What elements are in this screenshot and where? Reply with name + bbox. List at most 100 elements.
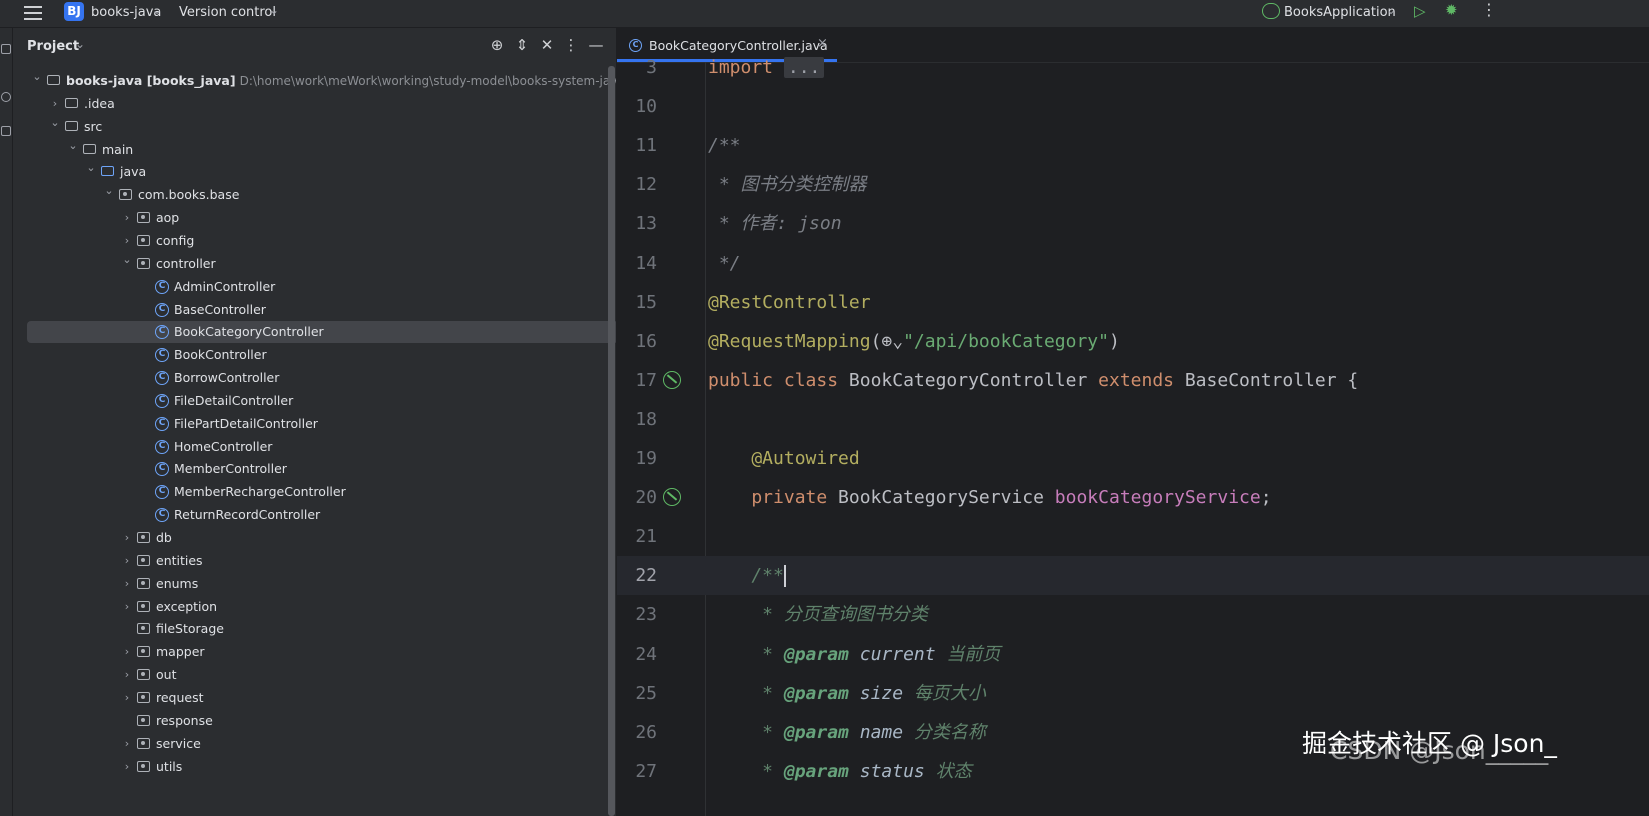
code-line[interactable]: 3 import ... <box>617 48 1649 87</box>
tree-item-class[interactable]: C FileDetailController <box>13 390 616 412</box>
tree-item-folder[interactable]: › utils <box>13 756 616 778</box>
tree-item-class[interactable]: C HomeController <box>13 436 616 458</box>
project-panel-title[interactable]: Project <box>27 39 79 54</box>
code-line[interactable]: 18 <box>617 400 1649 439</box>
project-panel-scrollbar[interactable] <box>608 66 615 816</box>
debug-icon[interactable]: ✹ <box>1445 1 1458 19</box>
spring-bean-gutter-icon[interactable] <box>663 488 681 507</box>
chevron-right-icon[interactable]: › <box>121 756 133 778</box>
run-config-icon[interactable] <box>1262 3 1280 19</box>
code-token: */ <box>708 252 741 274</box>
code-line[interactable]: 22 /** <box>617 556 1649 596</box>
project-chevron-down-icon[interactable]: ⌄ <box>152 3 162 17</box>
chevron-right-icon[interactable]: › <box>121 641 133 663</box>
collapse-all-icon[interactable]: ✕ <box>538 36 556 54</box>
chevron-down-icon[interactable]: ⌄ <box>49 112 61 134</box>
version-control-menu[interactable]: Version control <box>179 5 276 21</box>
tree-item-class[interactable]: C BookController <box>13 344 616 366</box>
tree-item-folder[interactable]: response <box>13 710 616 732</box>
expand-collapse-icon[interactable]: ⇕ <box>513 36 531 54</box>
tree-item-folder[interactable]: › config <box>13 230 616 252</box>
chevron-down-icon[interactable]: ⌄ <box>103 180 115 202</box>
code-token: "/api/bookCategory" <box>903 330 1109 352</box>
tree-item-folder[interactable]: › db <box>13 527 616 549</box>
chevron-right-icon[interactable]: › <box>121 207 133 229</box>
tree-item-folder[interactable]: ⌄ controller <box>13 253 616 275</box>
tree-item-class[interactable]: C BookCategoryController <box>27 321 616 344</box>
tree-item-folder[interactable]: › enums <box>13 573 616 595</box>
chevron-right-icon[interactable]: › <box>121 527 133 549</box>
tree-item-folder[interactable]: › entities <box>13 550 616 572</box>
project-tool-icon[interactable] <box>1 44 11 54</box>
code-line[interactable]: 10 <box>617 87 1649 126</box>
code-line[interactable]: 14 */ <box>617 244 1649 283</box>
vcs-chevron-down-icon[interactable]: ⌄ <box>269 3 279 17</box>
code-line[interactable]: 17 public class BookCategoryController ex… <box>617 361 1649 400</box>
chevron-right-icon[interactable]: › <box>121 550 133 572</box>
code-editor[interactable]: C BookCategoryController.java × 3 import … <box>617 28 1649 816</box>
tree-item-folder[interactable]: › mapper <box>13 641 616 663</box>
run-configuration[interactable]: BooksApplication <box>1284 5 1396 21</box>
tree-item-class[interactable]: C ReturnRecordController <box>13 504 616 526</box>
code-token: * <box>708 643 784 665</box>
chevron-right-icon[interactable]: › <box>121 573 133 595</box>
tree-item-folder[interactable]: › request <box>13 687 616 709</box>
main-menu-icon[interactable] <box>24 6 42 20</box>
hide-panel-icon[interactable]: — <box>587 36 605 54</box>
run-config-chevron-icon[interactable]: ⌄ <box>1386 3 1396 17</box>
chevron-down-icon[interactable]: ⌄ <box>31 66 43 88</box>
chevron-down-icon[interactable]: ⌄ <box>121 249 133 271</box>
code-token: @param <box>783 682 849 704</box>
code-text: @Autowired <box>708 439 859 478</box>
chevron-right-icon[interactable]: › <box>121 664 133 686</box>
project-name[interactable]: books-java <box>91 5 161 21</box>
tree-item-folder[interactable]: ⌄ main <box>13 139 616 161</box>
code-line[interactable]: 11 /** <box>617 126 1649 165</box>
project-badge[interactable]: BJ <box>64 2 84 21</box>
chevron-down-icon[interactable]: ⌄ <box>67 135 79 157</box>
tree-item-label: BaseController <box>174 301 266 317</box>
code-line[interactable]: 19 @Autowired <box>617 439 1649 478</box>
tree-item-folder[interactable]: › out <box>13 664 616 686</box>
tree-item-folder[interactable]: › service <box>13 733 616 755</box>
tree-item-label: com.books.base <box>138 187 240 203</box>
chevron-right-icon[interactable]: › <box>121 596 133 618</box>
code-line[interactable]: 21 <box>617 517 1649 556</box>
tree-item-folder[interactable]: ⌄ books-java [books_java] D:\home\work\meW… <box>13 70 616 92</box>
tree-item-class[interactable]: C MemberController <box>13 458 616 480</box>
package-icon <box>137 554 150 566</box>
code-line[interactable]: 25 * @param size 每页大小 <box>617 674 1649 713</box>
chevron-right-icon[interactable]: › <box>121 687 133 709</box>
tree-item-class[interactable]: C FilePartDetailController <box>13 413 616 435</box>
tree-item-class[interactable]: C AdminController <box>13 276 616 298</box>
code-line[interactable]: 13 * 作者: json <box>617 204 1649 243</box>
tree-item-class[interactable]: C BaseController <box>13 299 616 321</box>
tree-item-label: request <box>156 689 204 705</box>
structure-tool-icon[interactable] <box>1 126 11 136</box>
folder-icon <box>83 143 96 154</box>
commit-tool-icon[interactable] <box>1 92 11 102</box>
tree-item-class[interactable]: C BorrowController <box>13 367 616 389</box>
chevron-right-icon[interactable]: › <box>121 733 133 755</box>
code-line[interactable]: 23 * 分页查询图书分类 <box>617 595 1649 634</box>
tree-item-folder[interactable]: › .idea <box>13 93 616 115</box>
tree-item-folder[interactable]: › aop <box>13 207 616 229</box>
options-icon[interactable]: ⋮ <box>562 36 580 54</box>
tree-item-folder[interactable]: ⌄ com.books.base <box>13 184 616 206</box>
run-icon[interactable]: ▷ <box>1414 2 1426 20</box>
spring-bean-gutter-icon[interactable] <box>663 370 681 389</box>
chevron-down-icon[interactable]: ⌄ <box>85 157 97 179</box>
code-line[interactable]: 12 * 图书分类控制器 <box>617 165 1649 204</box>
tree-item-folder[interactable]: ⌄ src <box>13 116 616 138</box>
code-line[interactable]: 24 * @param current 当前页 <box>617 635 1649 674</box>
tree-item-folder[interactable]: fileStorage <box>13 618 616 640</box>
tree-item-class[interactable]: C MemberRechargeController <box>13 481 616 503</box>
locate-file-icon[interactable]: ⊕ <box>488 36 506 54</box>
code-line[interactable]: 16 @RequestMapping(⊕⌄"/api/bookCategory") <box>617 322 1649 361</box>
more-actions-icon[interactable]: ⋮ <box>1481 0 1497 19</box>
project-view-chevron-icon[interactable]: ⌄ <box>75 37 85 51</box>
code-line[interactable]: 15 @RestController <box>617 283 1649 322</box>
tree-item-folder[interactable]: › exception <box>13 596 616 618</box>
code-token: * 作者: json <box>708 213 842 235</box>
code-line[interactable]: 20 private BookCategoryService bookCateg… <box>617 478 1649 517</box>
